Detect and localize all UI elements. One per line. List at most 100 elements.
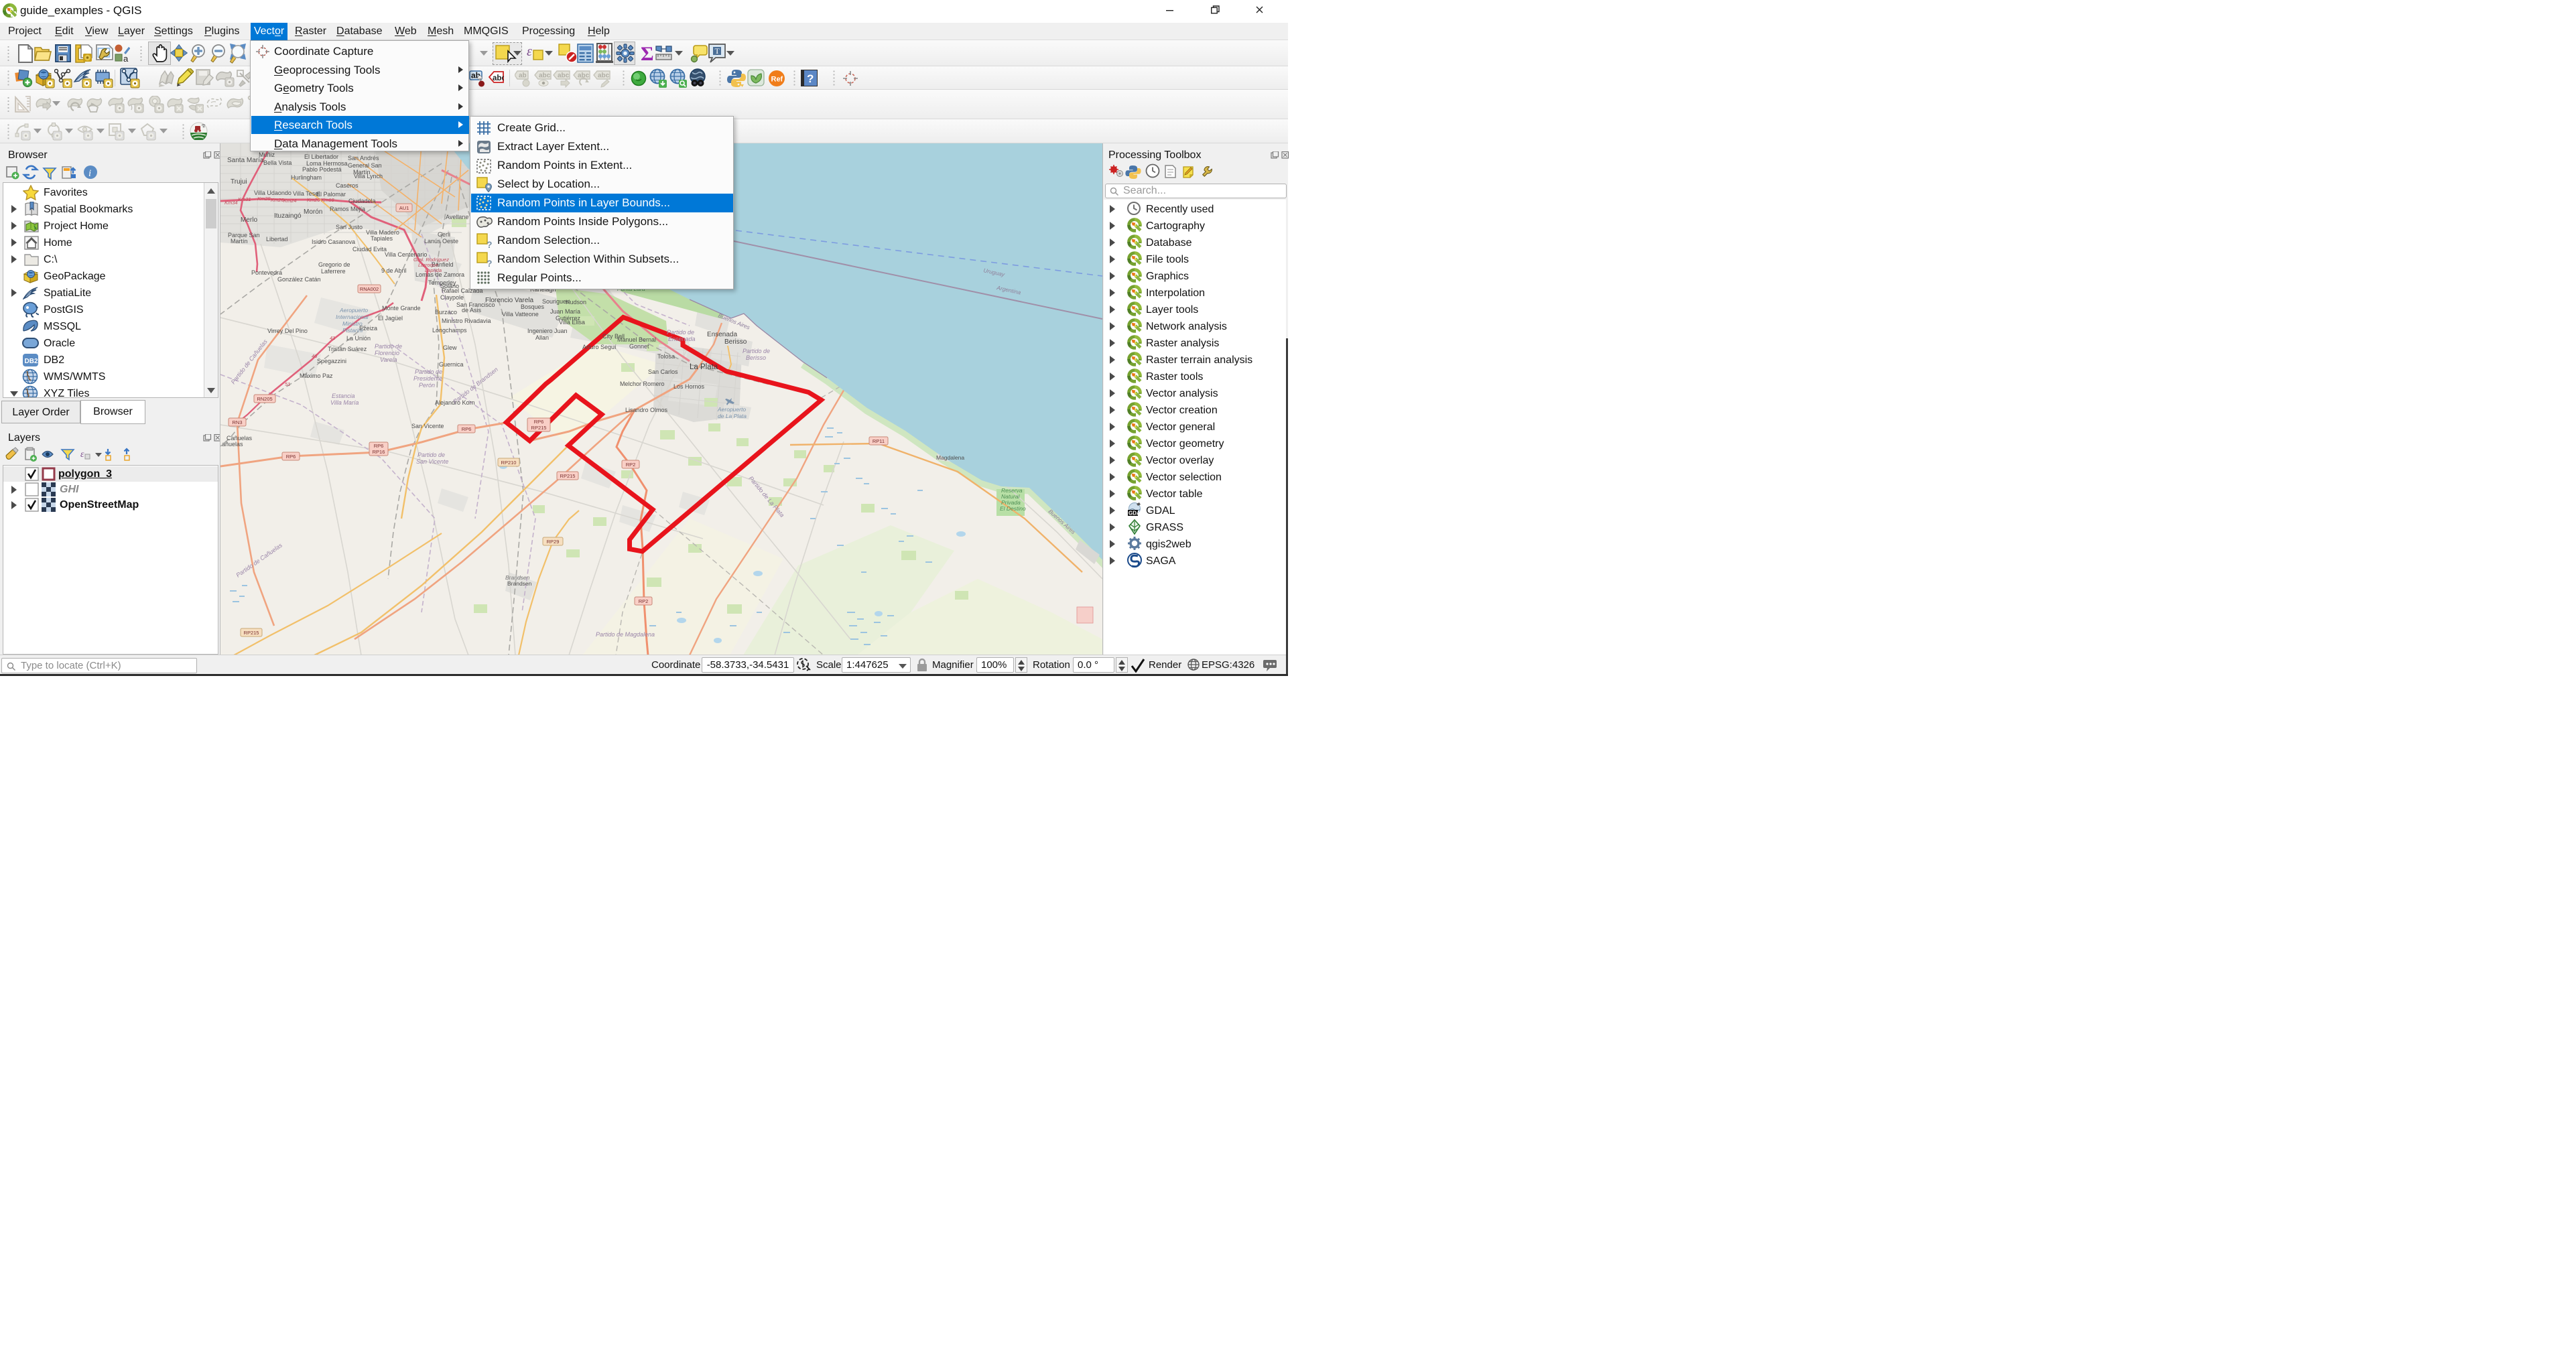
svg-text:Arturo Seguí: Arturo Seguí bbox=[582, 344, 617, 350]
svg-text:Vector creation: Vector creation bbox=[1146, 405, 1218, 416]
svg-text:ε: ε bbox=[80, 450, 84, 460]
svg-text:DB2: DB2 bbox=[25, 358, 38, 365]
svg-text:Spegazzini: Spegazzini bbox=[317, 358, 346, 364]
svg-text:Monte Grande: Monte Grande bbox=[382, 305, 421, 312]
svg-text:Avellane: Avellane bbox=[446, 214, 468, 220]
svg-text:Hudson: Hudson bbox=[566, 299, 586, 306]
svg-text:Ituzaingó: Ituzaingó bbox=[274, 212, 302, 220]
svg-text:San Andrés: San Andrés bbox=[348, 155, 379, 161]
svg-text:i: i bbox=[88, 168, 91, 179]
svg-text:Presidente: Presidente bbox=[413, 375, 442, 382]
svg-text:Internacional: Internacional bbox=[336, 314, 369, 320]
svg-text:Guernica: Guernica bbox=[439, 361, 464, 368]
svg-text:RP6: RP6 bbox=[462, 426, 472, 432]
svg-text:Estancia: Estancia bbox=[332, 393, 355, 399]
svg-text:Partido de: Partido de bbox=[375, 343, 402, 350]
svg-text:El Jagüel: El Jagüel bbox=[378, 315, 403, 322]
svg-text:Partido de: Partido de bbox=[417, 452, 445, 458]
svg-text:qgis2web: qgis2web bbox=[1146, 539, 1192, 550]
svg-text:RP210: RP210 bbox=[501, 460, 517, 466]
svg-text:Recently used: Recently used bbox=[1146, 204, 1214, 215]
svg-text:Ciudadela: Ciudadela bbox=[348, 198, 376, 204]
svg-text:RP11: RP11 bbox=[873, 438, 885, 444]
svg-text:Merlo: Merlo bbox=[241, 216, 257, 224]
svg-text:La Plata: La Plata bbox=[690, 363, 718, 371]
svg-text:Brandsen: Brandsen bbox=[507, 580, 532, 587]
svg-text:Partido de: Partido de bbox=[415, 368, 442, 375]
svg-text:Bella Vista: Bella Vista bbox=[263, 159, 292, 166]
svg-text:Ramos Mejía: Ramos Mejía bbox=[330, 206, 365, 212]
svg-text:Tapiales: Tapiales bbox=[371, 235, 393, 242]
svg-text:ε: ε bbox=[527, 44, 532, 59]
svg-text:de Asis: de Asis bbox=[462, 307, 482, 314]
svg-text:La Unión: La Unión bbox=[346, 335, 371, 342]
svg-text:El Libertador: El Libertador bbox=[304, 153, 338, 160]
svg-text:Vector selection: Vector selection bbox=[1146, 472, 1222, 483]
svg-text:Ingeniero Juan: Ingeniero Juan bbox=[527, 328, 568, 334]
svg-text:Villa Elisa: Villa Elisa bbox=[559, 319, 585, 326]
svg-text:Muñiz: Muñiz bbox=[259, 151, 275, 158]
svg-text:Florencio: Florencio bbox=[375, 350, 399, 356]
svg-text:Partido de: Partido de bbox=[743, 348, 770, 354]
svg-text:Km26: Km26 bbox=[271, 197, 284, 203]
svg-text:RP2: RP2 bbox=[626, 462, 636, 468]
svg-text:Partido de: Partido de bbox=[667, 329, 694, 336]
svg-text:9 de Abril: 9 de Abril bbox=[381, 267, 407, 274]
svg-text:Caseros: Caseros bbox=[336, 182, 359, 189]
svg-text:Virrey Del Pino: Virrey Del Pino bbox=[267, 328, 308, 334]
svg-text:RN3: RN3 bbox=[232, 419, 242, 425]
svg-text:Tolosa: Tolosa bbox=[657, 353, 675, 360]
svg-text:Km28: Km28 bbox=[257, 196, 271, 202]
svg-text:Graphics: Graphics bbox=[1146, 271, 1189, 282]
svg-text:abc: abc bbox=[598, 72, 610, 80]
svg-text:de La Plata: de La Plata bbox=[718, 413, 747, 419]
svg-text:Perón: Perón bbox=[419, 382, 435, 389]
svg-text:Villa Vatteone: Villa Vatteone bbox=[502, 311, 539, 318]
svg-text:Tristán Suárez: Tristán Suárez bbox=[328, 346, 367, 352]
svg-text:?: ? bbox=[487, 258, 493, 267]
svg-text:RP6: RP6 bbox=[374, 443, 384, 449]
svg-text:Km20: Km20 bbox=[307, 197, 320, 203]
svg-text:RP215: RP215 bbox=[560, 473, 576, 479]
svg-text:Cartography: Cartography bbox=[1146, 220, 1205, 232]
svg-text:46: 46 bbox=[312, 353, 318, 359]
svg-text:RP29: RP29 bbox=[547, 539, 560, 545]
svg-text:RP16: RP16 bbox=[373, 449, 385, 455]
svg-text:Ciudad Evita: Ciudad Evita bbox=[352, 246, 387, 253]
svg-text:El Destino: El Destino bbox=[1000, 505, 1026, 512]
svg-text:Vector overlay: Vector overlay bbox=[1146, 455, 1214, 466]
svg-text:Ministro Rivadavia: Ministro Rivadavia bbox=[442, 318, 491, 324]
svg-text:Pistarini: Pistarini bbox=[342, 327, 363, 334]
svg-text:Interpolation: Interpolation bbox=[1146, 287, 1205, 299]
svg-text:a: a bbox=[123, 54, 129, 63]
svg-text:Manuel Bernal: Manuel Bernal bbox=[617, 336, 656, 343]
svg-text:51: 51 bbox=[285, 381, 290, 387]
svg-text:Burzaco: Burzaco bbox=[435, 309, 457, 316]
svg-text:Km18: Km18 bbox=[321, 197, 334, 203]
svg-text:File tools: File tools bbox=[1146, 254, 1189, 265]
svg-text:Gerli: Gerli bbox=[438, 231, 450, 238]
svg-text:Longchamps: Longchamps bbox=[432, 327, 467, 334]
svg-text:Vector geometry: Vector geometry bbox=[1146, 438, 1224, 450]
svg-text:GRASS: GRASS bbox=[1146, 522, 1183, 533]
svg-text:GDAL: GDAL bbox=[1146, 505, 1175, 517]
svg-text:RN205: RN205 bbox=[257, 396, 272, 402]
svg-text:GDAL: GDAL bbox=[1129, 511, 1144, 517]
svg-text:Ministro: Ministro bbox=[342, 320, 363, 327]
svg-text:Laferrere: Laferrere bbox=[321, 268, 346, 275]
svg-text:Ensenada: Ensenada bbox=[707, 331, 737, 338]
svg-text:?: ? bbox=[807, 72, 814, 85]
svg-text:Lisandro Olmos: Lisandro Olmos bbox=[625, 407, 668, 413]
svg-text:Gregorio de: Gregorio de bbox=[318, 261, 350, 268]
svg-text:Berisso: Berisso bbox=[746, 354, 766, 361]
svg-text:Morón: Morón bbox=[304, 208, 322, 216]
svg-text:Los Hornos: Los Hornos bbox=[673, 383, 705, 390]
svg-text:Aeropuerto: Aeropuerto bbox=[717, 406, 746, 413]
svg-text:añuelas: añuelas bbox=[222, 441, 243, 448]
svg-text:San Vicente: San Vicente bbox=[416, 458, 448, 465]
svg-text:T: T bbox=[715, 46, 720, 56]
svg-text:Laprida: Laprida bbox=[425, 267, 442, 273]
svg-text:Vector table: Vector table bbox=[1146, 488, 1203, 500]
svg-text:RP6: RP6 bbox=[286, 454, 296, 460]
svg-text:San Carlos: San Carlos bbox=[648, 368, 678, 375]
